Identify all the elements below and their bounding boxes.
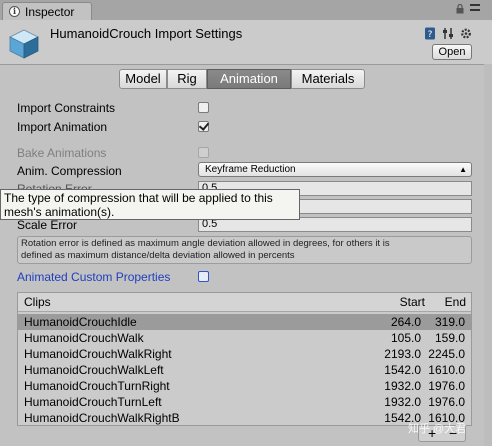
bake-animations-checkbox	[198, 147, 209, 158]
clip-start: 1932.0	[384, 379, 421, 393]
tab-materials[interactable]: Materials	[291, 69, 365, 89]
svg-text:?: ?	[428, 30, 433, 40]
preset-sliders-icon[interactable]	[442, 27, 454, 40]
clips-header-end: End	[444, 295, 466, 309]
anim-compression-value: Keyframe Reduction	[205, 164, 296, 175]
anim-compression-dropdown[interactable]: Keyframe Reduction ▲	[198, 162, 472, 177]
animated-custom-properties-label: Animated Custom Properties	[17, 270, 171, 284]
clip-name: HumanoidCrouchWalkLeft	[24, 363, 164, 377]
clip-end: 159.0	[434, 331, 465, 345]
clip-end: 1610.0	[428, 363, 465, 377]
clip-end: 1976.0	[428, 379, 465, 393]
clip-start: 1542.0	[384, 363, 421, 377]
clip-end: 1976.0	[428, 395, 465, 409]
import-animation-checkbox[interactable]	[198, 121, 209, 132]
clip-end: 319.0	[434, 315, 465, 329]
tab-rig[interactable]: Rig	[167, 69, 207, 89]
animated-custom-properties-checkbox[interactable]	[198, 271, 209, 282]
error-help-box: Rotation error is defined as maximum ang…	[17, 236, 472, 264]
help-text-line-2: defined as maximum distance/delta deviat…	[21, 250, 295, 261]
clip-row[interactable]: HumanoidCrouchWalkRight 2193.0 2245.0	[18, 346, 471, 362]
import-constraints-checkbox[interactable]	[198, 102, 209, 113]
clip-row[interactable]: HumanoidCrouchWalkRightB 1542.0 1610.0	[18, 410, 471, 425]
clip-start: 105.0	[390, 331, 421, 345]
clips-header-name: Clips	[24, 295, 51, 309]
clip-name: HumanoidCrouchTurnLeft	[24, 395, 162, 409]
clip-name: HumanoidCrouchWalkRight	[24, 347, 172, 361]
import-animation-label: Import Animation	[17, 120, 108, 134]
clip-row[interactable]: HumanoidCrouchWalk 105.0 159.0	[18, 330, 471, 346]
compression-tooltip: The type of compression that will be app…	[0, 189, 300, 220]
clips-header: Clips Start End	[18, 293, 471, 312]
tab-model[interactable]: Model	[119, 69, 167, 89]
clip-name: HumanoidCrouchWalkRightB	[24, 411, 180, 425]
clip-row[interactable]: HumanoidCrouchIdle 264.0 319.0	[18, 314, 471, 330]
help-book-icon[interactable]: ?	[424, 27, 436, 40]
page-title: HumanoidCrouch Import Settings	[50, 26, 243, 41]
clips-list: Clips Start End HumanoidCrouchIdle 264.0…	[17, 292, 472, 426]
clip-row[interactable]: HumanoidCrouchTurnRight 1932.0 1976.0	[18, 378, 471, 394]
clip-row[interactable]: HumanoidCrouchWalkLeft 1542.0 1610.0	[18, 362, 471, 378]
inspector-tab-label: Inspector	[25, 5, 75, 19]
scale-error-label: Scale Error	[17, 218, 78, 232]
import-constraints-label: Import Constraints	[17, 101, 116, 115]
clip-start: 1932.0	[384, 395, 421, 409]
tab-animation[interactable]: Animation	[207, 69, 291, 89]
inspector-tab[interactable]: i Inspector	[2, 2, 92, 20]
lock-icon[interactable]	[456, 4, 464, 14]
model-cube-icon	[9, 29, 39, 59]
help-text-line-1: Rotation error is defined as maximum ang…	[21, 238, 390, 249]
clip-name: HumanoidCrouchIdle	[24, 315, 137, 329]
clip-start: 264.0	[390, 315, 421, 329]
dropdown-arrow-icon: ▲	[459, 165, 467, 174]
anim-compression-label: Anim. Compression	[17, 164, 122, 178]
clip-end: 2245.0	[428, 347, 465, 361]
clips-header-start: Start	[399, 295, 425, 309]
info-icon: i	[9, 6, 20, 17]
watermark: 知乎 @大君	[408, 423, 467, 435]
bake-animations-label: Bake Animations	[17, 146, 107, 160]
clip-start: 2193.0	[384, 347, 421, 361]
vertical-scrollbar[interactable]	[484, 64, 492, 446]
tab-menu-icon[interactable]	[466, 4, 484, 16]
clip-name: HumanoidCrouchWalk	[24, 331, 144, 345]
gear-icon[interactable]	[460, 27, 472, 40]
clip-row[interactable]: HumanoidCrouchTurnLeft 1932.0 1976.0	[18, 394, 471, 410]
open-button[interactable]: Open	[432, 44, 472, 60]
clip-name: HumanoidCrouchTurnRight	[24, 379, 170, 393]
